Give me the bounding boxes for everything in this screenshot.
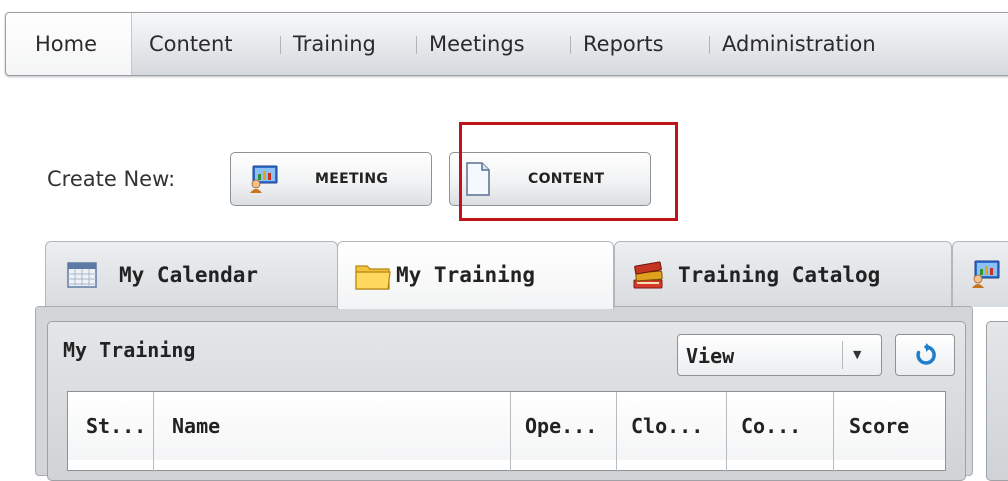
column-divider xyxy=(726,392,727,472)
meeting-presentation-icon xyxy=(249,165,279,193)
meeting-presentation-icon xyxy=(971,260,1001,288)
nav-separator xyxy=(570,36,571,54)
nav-content[interactable]: Content xyxy=(149,13,233,75)
training-table: St... Name Ope... Clo... Co... Score xyxy=(67,391,946,472)
column-header-completion[interactable]: Co... xyxy=(741,392,801,460)
column-divider xyxy=(153,392,154,472)
tab-my-training[interactable]: My Training xyxy=(337,241,614,309)
nav-home[interactable]: Home xyxy=(6,13,132,75)
create-meeting-button[interactable]: MEETING xyxy=(230,152,432,206)
chevron-down-icon: ▼ xyxy=(853,348,862,361)
nav-training[interactable]: Training xyxy=(293,13,376,75)
refresh-icon xyxy=(914,343,938,367)
tab-training-catalog-label: Training Catalog xyxy=(678,263,881,287)
dropdown-divider xyxy=(842,341,843,369)
view-dropdown[interactable]: View ▼ xyxy=(677,334,882,376)
folder-icon xyxy=(355,262,391,290)
column-header-status[interactable]: St... xyxy=(86,392,146,460)
right-side-panel xyxy=(986,321,1008,481)
column-header-close[interactable]: Clo... xyxy=(631,392,703,460)
tab-my-calendar-label: My Calendar xyxy=(119,263,259,287)
column-header-name[interactable]: Name xyxy=(172,392,220,460)
column-header-open[interactable]: Ope... xyxy=(525,392,597,460)
tab-my-calendar[interactable]: My Calendar xyxy=(45,241,338,307)
nav-separator xyxy=(416,36,417,54)
panel-title: My Training xyxy=(63,338,196,362)
nav-separator xyxy=(280,36,281,54)
books-icon xyxy=(631,258,665,290)
calendar-icon xyxy=(67,262,97,288)
column-divider xyxy=(510,392,511,472)
column-header-score[interactable]: Score xyxy=(849,392,909,460)
nav-administration[interactable]: Administration xyxy=(722,13,876,75)
nav-separator xyxy=(709,36,710,54)
create-new-label: Create New: xyxy=(47,167,176,191)
tab-meetings[interactable] xyxy=(952,241,1008,307)
column-divider xyxy=(616,392,617,472)
column-divider xyxy=(833,392,834,472)
top-navigation-bar: Home Content Training Meetings Reports A… xyxy=(5,12,1008,76)
nav-meetings[interactable]: Meetings xyxy=(429,13,525,75)
tab-my-training-label: My Training xyxy=(396,263,536,287)
document-icon xyxy=(465,162,491,196)
nav-reports[interactable]: Reports xyxy=(583,13,664,75)
tab-training-catalog[interactable]: Training Catalog xyxy=(614,241,952,307)
refresh-button[interactable] xyxy=(895,334,955,376)
create-content-button[interactable]: CONTENT xyxy=(449,152,651,206)
create-content-label: CONTENT xyxy=(528,171,605,187)
create-meeting-label: MEETING xyxy=(315,171,389,187)
view-dropdown-value: View xyxy=(686,344,735,368)
